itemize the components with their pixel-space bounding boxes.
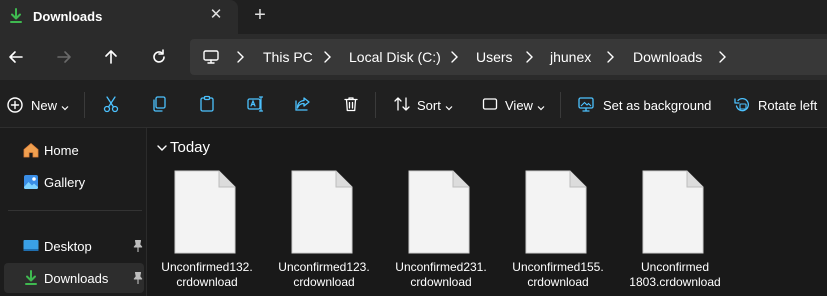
refresh-icon[interactable] [149,47,169,67]
breadcrumb-downloads[interactable]: Downloads [633,49,702,65]
chevron-down-icon[interactable] [156,142,168,154]
sidebar-item-downloads[interactable]: Downloads [4,263,144,293]
back-arrow-icon[interactable] [6,47,26,67]
download-icon [8,8,24,24]
toolbar-divider [375,92,376,118]
chevron-down-icon[interactable] [445,100,453,111]
breadcrumb-this-pc[interactable]: This PC [263,49,313,65]
file-name: Unconfirmed 1803.crdownload [616,260,734,290]
new-tab-button[interactable]: + [252,5,268,25]
file-name-line: 1803.crdownload [629,275,721,289]
sort-icon[interactable] [393,95,411,115]
file-item[interactable]: Unconfirmed123. crdownload [265,168,383,296]
pin-icon[interactable] [132,239,144,253]
cut-icon[interactable] [102,95,120,115]
sort-button[interactable]: Sort [417,98,441,113]
file-icon [174,170,236,254]
file-name: Unconfirmed155. crdownload [499,260,617,290]
file-icon [291,170,353,254]
view-button[interactable]: View [505,98,533,113]
this-pc-icon[interactable] [202,48,220,66]
address-bar[interactable]: This PC Local Disk (C:) Users jhunex Dow… [190,39,827,75]
pin-icon[interactable] [132,271,144,285]
delete-icon[interactable] [342,95,360,115]
chevron-down-icon[interactable] [61,100,69,111]
file-icon [408,170,470,254]
file-name-line: Unconfirmed123. [278,260,370,274]
file-item[interactable]: Unconfirmed132. crdownload [148,168,266,296]
breadcrumb-local-disk[interactable]: Local Disk (C:) [349,49,441,65]
file-name-line: crdownload [527,275,589,289]
file-item[interactable]: Unconfirmed155. crdownload [499,168,617,296]
breadcrumb-users[interactable]: Users [476,49,513,65]
close-tab-button[interactable]: ✕ [208,7,224,23]
sidebar-item-label: Downloads [44,271,109,286]
toolbar-divider [560,92,561,118]
up-arrow-icon[interactable] [101,47,121,67]
sidebar-item-desktop[interactable]: Desktop [4,231,144,261]
chevron-down-icon[interactable] [537,100,545,111]
desktop-icon [22,237,40,255]
navigation-bar: This PC Local Disk (C:) Users jhunex Dow… [0,34,827,80]
file-name-line: crdownload [410,275,472,289]
tab-bar: Downloads ✕ + [0,0,827,34]
copy-icon[interactable] [150,95,168,115]
file-icon [525,170,587,254]
sidebar-item-home[interactable]: Home [4,135,144,165]
sidebar-item-label: Desktop [44,239,92,254]
tab-title: Downloads [33,9,103,24]
file-name-line: Unconfirmed231. [395,260,487,274]
sidebar-divider [8,210,142,211]
chevron-right-icon[interactable] [716,49,728,65]
download-icon [22,269,40,287]
chevron-right-icon[interactable] [234,49,246,65]
set-as-background-button[interactable]: Set as background [603,98,711,113]
home-icon [22,141,40,159]
toolbar-divider [84,92,85,118]
rename-icon[interactable] [246,95,264,115]
file-name-line: Unconfirmed [640,260,710,274]
file-name: Unconfirmed231. crdownload [382,260,500,290]
chevron-right-icon[interactable] [523,49,535,65]
file-item[interactable]: Unconfirmed231. crdownload [382,168,500,296]
chevron-right-icon[interactable] [448,49,460,65]
new-plus-icon[interactable] [6,96,24,116]
file-view: Today Unconfirmed132. crdownload Unconfi… [148,128,827,296]
set-background-icon[interactable] [577,95,595,115]
rotate-left-icon[interactable] [733,95,751,115]
command-bar: New Sort View Set as background Rotate l… [0,80,827,128]
new-button[interactable]: New [31,98,57,113]
navigation-pane: Home Gallery Desktop Downloads [0,128,147,296]
share-icon[interactable] [294,95,312,115]
file-name-line: Unconfirmed132. [161,260,253,274]
group-header[interactable]: Today [170,139,210,156]
forward-arrow-icon[interactable] [54,47,74,67]
sidebar-item-gallery[interactable]: Gallery [4,167,144,197]
chevron-right-icon[interactable] [604,49,616,65]
view-icon[interactable] [481,95,499,115]
paste-icon[interactable] [198,95,216,115]
gallery-icon [22,173,40,191]
chevron-right-icon[interactable] [321,49,333,65]
file-name: Unconfirmed123. crdownload [265,260,383,290]
file-name: Unconfirmed132. crdownload [148,260,266,290]
file-name-line: Unconfirmed155. [512,260,604,274]
tab-downloads[interactable]: Downloads ✕ [0,0,238,34]
breadcrumb-user[interactable]: jhunex [550,49,591,65]
file-name-line: crdownload [176,275,238,289]
sidebar-item-label: Gallery [44,175,86,190]
file-item[interactable]: Unconfirmed 1803.crdownload [616,168,734,296]
rotate-left-button[interactable]: Rotate left [758,98,817,113]
sidebar-item-label: Home [44,143,79,158]
file-icon [642,170,704,254]
file-name-line: crdownload [293,275,355,289]
